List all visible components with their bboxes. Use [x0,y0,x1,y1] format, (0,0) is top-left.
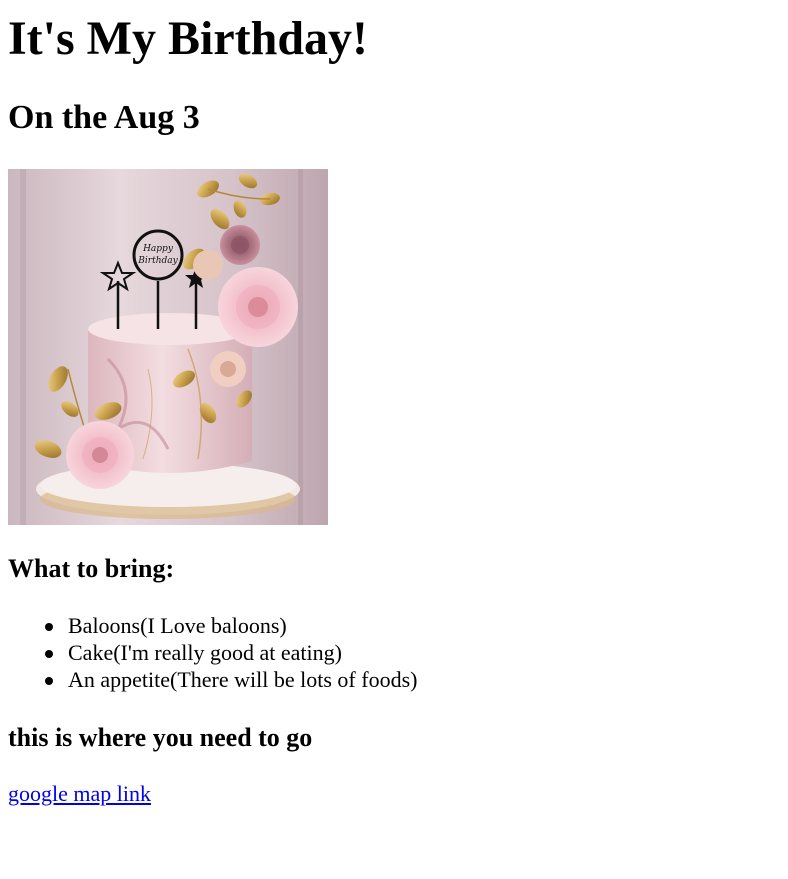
bring-list: Baloons(I Love baloons) Cake(I'm really … [8,612,417,693]
what-to-bring-heading: What to bring: [8,554,175,583]
bullet-icon [45,623,53,631]
birthday-date-heading: On the Aug 3 [8,99,200,136]
list-item-label: An appetite(There will be lots of foods) [68,667,418,692]
list-item: An appetite(There will be lots of foods) [8,666,417,693]
bullet-icon [45,677,53,685]
google-map-link[interactable]: google map link [8,780,151,808]
birthday-cake-image: Happy Birthday [8,169,328,525]
svg-text:Birthday: Birthday [137,256,178,266]
list-item: Baloons(I Love baloons) [8,612,417,639]
list-item-label: Cake(I'm really good at eating) [68,640,342,665]
list-item: Cake(I'm really good at eating) [8,639,417,666]
directions-heading: this is where you need to go [8,723,313,752]
page-title: It's My Birthday! [8,12,368,65]
bullet-icon [45,650,53,658]
svg-text:Happy: Happy [142,244,174,254]
list-item-label: Baloons(I Love baloons) [68,613,287,638]
